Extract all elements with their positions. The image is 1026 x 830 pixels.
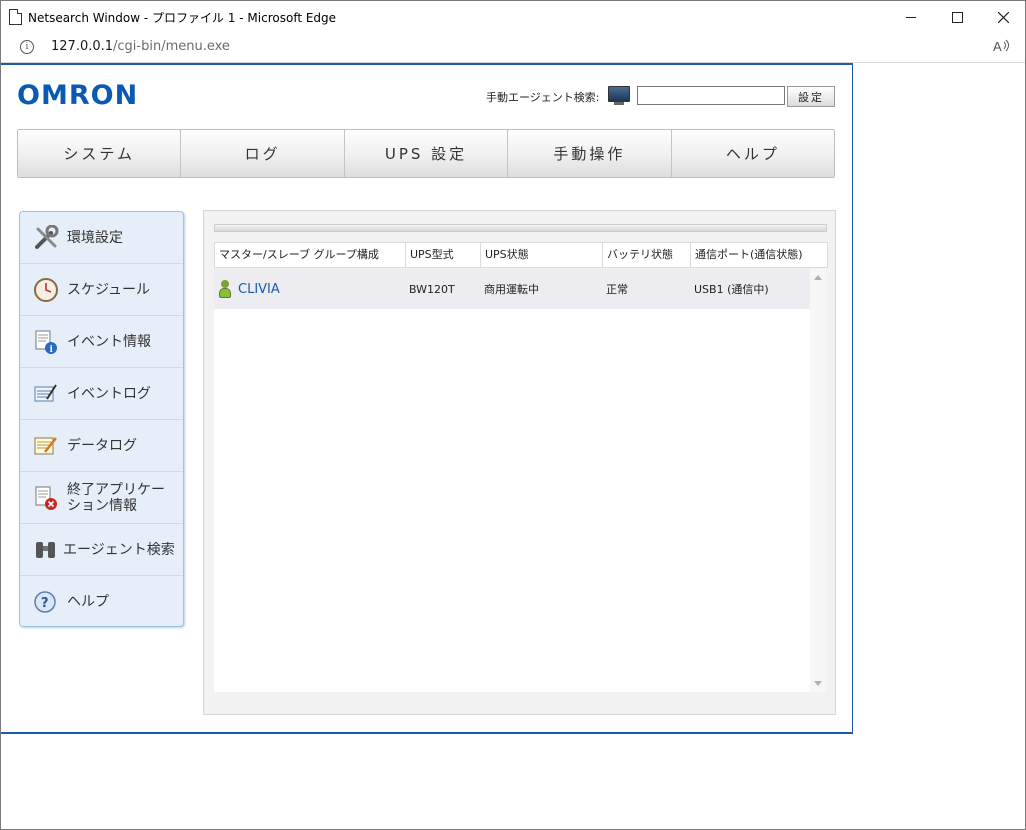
- sidebar-item-help[interactable]: ? ヘルプ: [20, 576, 183, 626]
- svg-text:A: A: [993, 39, 1002, 54]
- close-button[interactable]: [980, 1, 1025, 33]
- event-log-icon: [33, 381, 59, 407]
- vertical-scrollbar[interactable]: [810, 269, 826, 692]
- help-icon: ?: [33, 589, 59, 615]
- data-log-icon: [33, 433, 59, 459]
- binoculars-icon: [33, 537, 59, 563]
- page-frame: OMRON 手動エージェント検索: 設定 システム ログ UPS 設定 手動操作…: [1, 63, 853, 734]
- minimize-icon: [906, 16, 916, 18]
- url-path: /cgi-bin/menu.exe: [113, 39, 230, 54]
- site-info-icon[interactable]: i: [20, 40, 34, 54]
- sidebar-item-label: 環境設定: [67, 229, 123, 246]
- monitor-icon: [608, 86, 630, 105]
- clock-icon: [33, 277, 59, 303]
- agent-search-label: 手動エージェント検索:: [486, 91, 600, 104]
- agent-name-link[interactable]: CLIVIA: [238, 282, 280, 297]
- read-aloud-glyph: A: [993, 39, 1009, 54]
- sidebar-item-label: イベント情報: [67, 333, 151, 350]
- shutdown-app-icon: [33, 485, 59, 511]
- address-bar[interactable]: i 127.0.0.1/cgi-bin/menu.exe A: [1, 33, 1025, 63]
- set-button[interactable]: 設定: [787, 86, 835, 107]
- tab-help[interactable]: ヘルプ: [671, 130, 834, 177]
- sidebar-item-label: 終了アプリケーション情報: [67, 481, 165, 514]
- browser-window: Netsearch Window - プロファイル 1 - Microsoft …: [0, 0, 1026, 830]
- tab-ups-settings[interactable]: UPS 設定: [344, 130, 509, 177]
- comm-port-cell: USB1 (通信中): [694, 283, 769, 296]
- read-aloud-icon[interactable]: A: [993, 38, 1011, 58]
- column-header[interactable]: UPS状態: [481, 243, 603, 267]
- sidebar-item-schedule[interactable]: スケジュール: [20, 264, 183, 316]
- content-panel: マスター/スレーブ グループ構成 UPS型式 UPS状態 バッテリ状態 通信ポー…: [203, 210, 836, 715]
- column-header[interactable]: マスター/スレーブ グループ構成: [215, 243, 406, 267]
- svg-text:?: ?: [41, 596, 49, 611]
- column-header[interactable]: バッテリ状態: [603, 243, 691, 267]
- sidebar-item-label: スケジュール: [67, 281, 151, 298]
- group-name-cell[interactable]: CLIVIA: [214, 280, 405, 298]
- column-header[interactable]: UPS型式: [406, 243, 481, 267]
- agent-user-icon: [218, 280, 232, 298]
- sidebar-item-event-log[interactable]: イベントログ: [20, 368, 183, 420]
- sidebar-item-label: データログ: [67, 437, 137, 454]
- sidebar-item-label: イベントログ: [67, 385, 151, 402]
- ups-status-cell: 商用運転中: [484, 283, 539, 296]
- tools-icon: [33, 224, 59, 251]
- table-body: CLIVIA BW120T 商用運転中 正常 USB1 (通信中): [214, 269, 826, 692]
- document-icon: [9, 9, 22, 25]
- column-header[interactable]: 通信ポート(通信状態): [691, 243, 827, 267]
- sidebar-item-environment-settings[interactable]: 環境設定: [20, 212, 183, 264]
- panel-toolbar: [214, 224, 827, 232]
- scroll-up-arrow-icon[interactable]: [814, 275, 822, 280]
- sidebar-item-label: エージェント検索: [63, 541, 175, 558]
- minimize-button[interactable]: [888, 1, 934, 33]
- sidebar-item-shutdown-app-info[interactable]: 終了アプリケーション情報: [20, 472, 183, 524]
- sidebar-item-data-log[interactable]: データログ: [20, 420, 183, 472]
- url-text[interactable]: 127.0.0.1/cgi-bin/menu.exe: [51, 39, 230, 54]
- close-icon: [997, 11, 1009, 23]
- tab-system[interactable]: システム: [18, 130, 182, 177]
- main-tabs: システム ログ UPS 設定 手動操作 ヘルプ: [17, 129, 835, 178]
- agent-search-input[interactable]: [637, 86, 785, 105]
- svg-text:i: i: [50, 345, 54, 355]
- omron-logo: OMRON: [17, 80, 139, 111]
- event-info-icon: i: [33, 329, 59, 355]
- sidebar-item-event-info[interactable]: i イベント情報: [20, 316, 183, 368]
- ups-model-cell: BW120T: [409, 282, 455, 296]
- scroll-down-arrow-icon[interactable]: [814, 681, 822, 686]
- title-bar: Netsearch Window - プロファイル 1 - Microsoft …: [1, 1, 1025, 33]
- tab-log[interactable]: ログ: [181, 130, 345, 177]
- maximize-button[interactable]: [934, 1, 980, 33]
- sidebar: 環境設定 スケジュール i イベント情報 イベントログ データログ 終了アプリケ…: [19, 211, 184, 627]
- url-host: 127.0.0.1: [51, 39, 114, 54]
- tab-manual-operation[interactable]: 手動操作: [508, 130, 672, 177]
- window-title: Netsearch Window - プロファイル 1 - Microsoft …: [28, 11, 337, 25]
- table-header: マスター/スレーブ グループ構成 UPS型式 UPS状態 バッテリ状態 通信ポー…: [214, 242, 828, 268]
- sidebar-item-label: ヘルプ: [67, 593, 109, 610]
- battery-status-cell: 正常: [606, 283, 628, 296]
- sidebar-item-agent-search[interactable]: エージェント検索: [20, 524, 183, 576]
- maximize-icon: [951, 11, 963, 23]
- table-row[interactable]: CLIVIA BW120T 商用運転中 正常 USB1 (通信中): [214, 269, 810, 309]
